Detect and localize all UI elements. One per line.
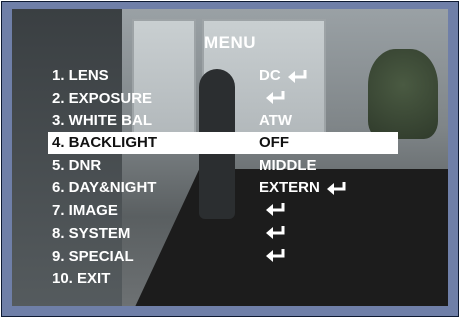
menu-item-value: MIDDLE [259,157,317,174]
menu-item-dnr[interactable]: 5. DNR MIDDLE [48,155,398,177]
menu-item-label: 5. DNR [52,157,102,174]
menu-item-system[interactable]: 8. SYSTEM [48,223,398,245]
menu-item-value: DC [259,67,281,84]
enter-arrow-icon [265,202,287,216]
menu-item-label: 9. SPECIAL [52,248,134,265]
menu-item-label: 10. EXIT [52,270,111,287]
menu-item-label: 4. BACKLIGHT [52,134,157,151]
menu-item-value: EXTERN [259,179,320,196]
menu-item-label: 6. DAY&NIGHT [52,179,157,196]
menu-item-exit[interactable]: 10. EXIT [48,268,398,290]
menu-item-label: 1. LENS [52,67,109,84]
menu-item-lens[interactable]: 1. LENS DC [48,65,398,87]
menu-item-white-bal[interactable]: 3. WHITE BAL ATW [48,110,398,132]
menu-item-label: 3. WHITE BAL [52,112,152,129]
menu-item-label: 8. SYSTEM [52,225,131,242]
menu-item-label: 7. IMAGE [52,202,118,219]
enter-arrow-icon [265,225,287,239]
menu-item-exposure[interactable]: 2. EXPOSURE [48,88,398,110]
menu-title: MENU [203,33,257,52]
enter-arrow-icon [265,248,287,262]
menu-item-backlight[interactable]: 4. BACKLIGHT OFF [48,132,398,154]
menu-item-image[interactable]: 7. IMAGE [48,200,398,222]
enter-arrow-icon [265,90,287,104]
menu-item-special[interactable]: 9. SPECIAL [48,246,398,268]
menu-item-label: 2. EXPOSURE [52,90,153,107]
menu-item-day-night[interactable]: 6. DAY&NIGHT EXTERN [48,177,398,199]
enter-arrow-icon [326,181,348,195]
enter-arrow-icon [287,69,309,83]
menu-item-value: ATW [259,112,293,129]
menu-item-value: OFF [259,134,289,151]
